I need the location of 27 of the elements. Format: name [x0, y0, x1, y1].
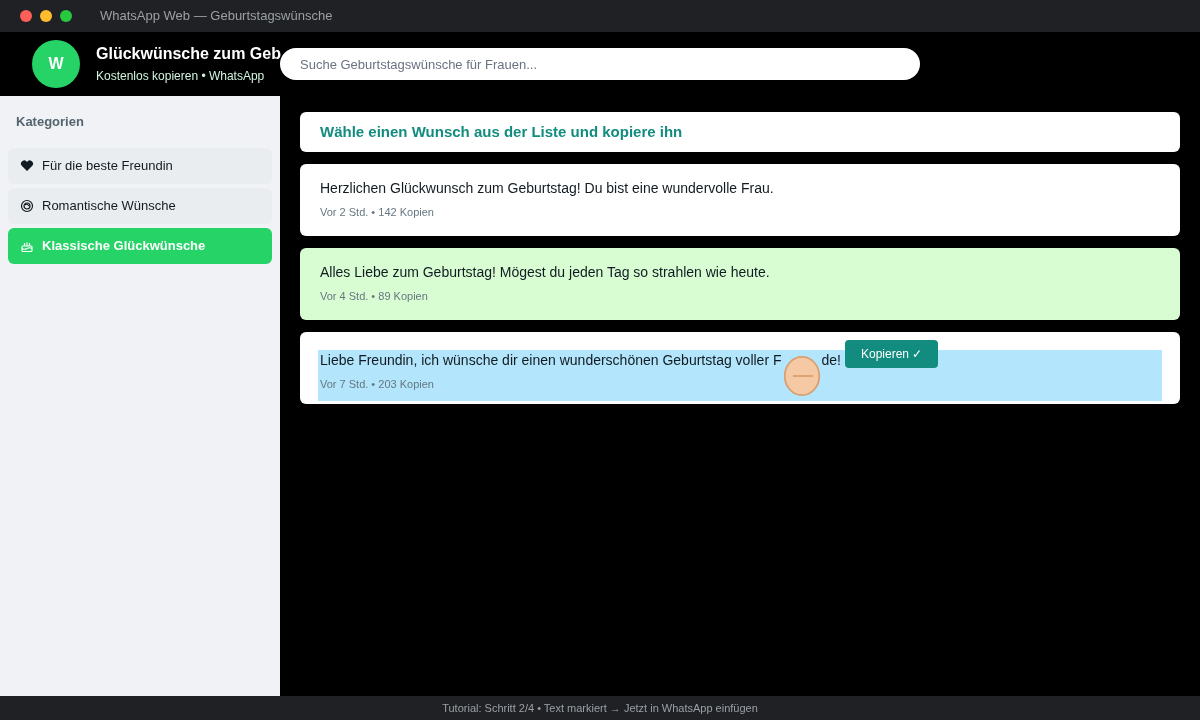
wish-card[interactable]: Herzlichen Glückwunsch zum Geburtstag! Du bist eine wundervolle Frau. Vor 2 Std. • 142 Kopien: [300, 164, 1180, 236]
wish-text: Herzlichen Glückwunsch zum Geburtstag! Du bist eine wundervolle Frau.: [320, 179, 774, 198]
wish-text: Liebe Freundin, ich wünsche dir einen wunderschönen Geburtstag voller F: [320, 351, 782, 370]
app-subtitle: Kostenlos kopieren • WhatsApp: [96, 68, 266, 84]
copy-button[interactable]: Kopieren ✓: [844, 340, 939, 368]
maximize-button[interactable]: [60, 10, 72, 22]
wish-meta: Vor 7 Std. • 203 Kopien: [320, 377, 435, 392]
wish-meta: Vor 4 Std. • 89 Kopien: [320, 289, 429, 304]
flower-icon: [20, 198, 34, 213]
wish-card[interactable]: Liebe Freundin, ich wünsche dir einen wunderschönen Geburtstag voller F de! Kopieren ✓ Vor 7 Std. • 203 Kopien: [300, 332, 1180, 404]
hand-cursor-icon: [781, 353, 822, 399]
search-field[interactable]: Suche Geburtstagswünsche für Frauen...: [280, 48, 920, 80]
wish-text: de!: [821, 351, 841, 370]
wish-card[interactable]: Alles Liebe zum Geburtstag! Mögest du jeden Tag so strahlen wie heute. Vor 4 Std. • 89 Kopien: [300, 248, 1180, 320]
sidebar-heading: Kategorien: [15, 113, 85, 131]
wish-meta: Vor 2 Std. • 142 Kopien: [320, 205, 435, 220]
category-item[interactable]: Für die beste Freundin: [8, 147, 272, 184]
window-title: WhatsApp Web — Geburtstagswünsche: [100, 7, 333, 26]
app-title: Glückwünsche zum Geb: [96, 44, 281, 64]
wish-text: Alles Liebe zum Geburtstag! Mögest du jeden Tag so strahlen wie heute.: [320, 263, 770, 282]
instruction-text: Wähle einen Wunsch aus der Liste und kopiere ihn: [320, 121, 683, 142]
close-button[interactable]: [20, 10, 32, 22]
category-item[interactable]: Romantische Wünsche: [8, 187, 272, 224]
minimize-button[interactable]: [40, 10, 52, 22]
heart-icon: [20, 158, 34, 173]
status-text: Tutorial: Schritt 2/4 • Text markiert → Jetzt in WhatsApp einfügen: [442, 700, 758, 716]
avatar: W: [32, 40, 80, 88]
